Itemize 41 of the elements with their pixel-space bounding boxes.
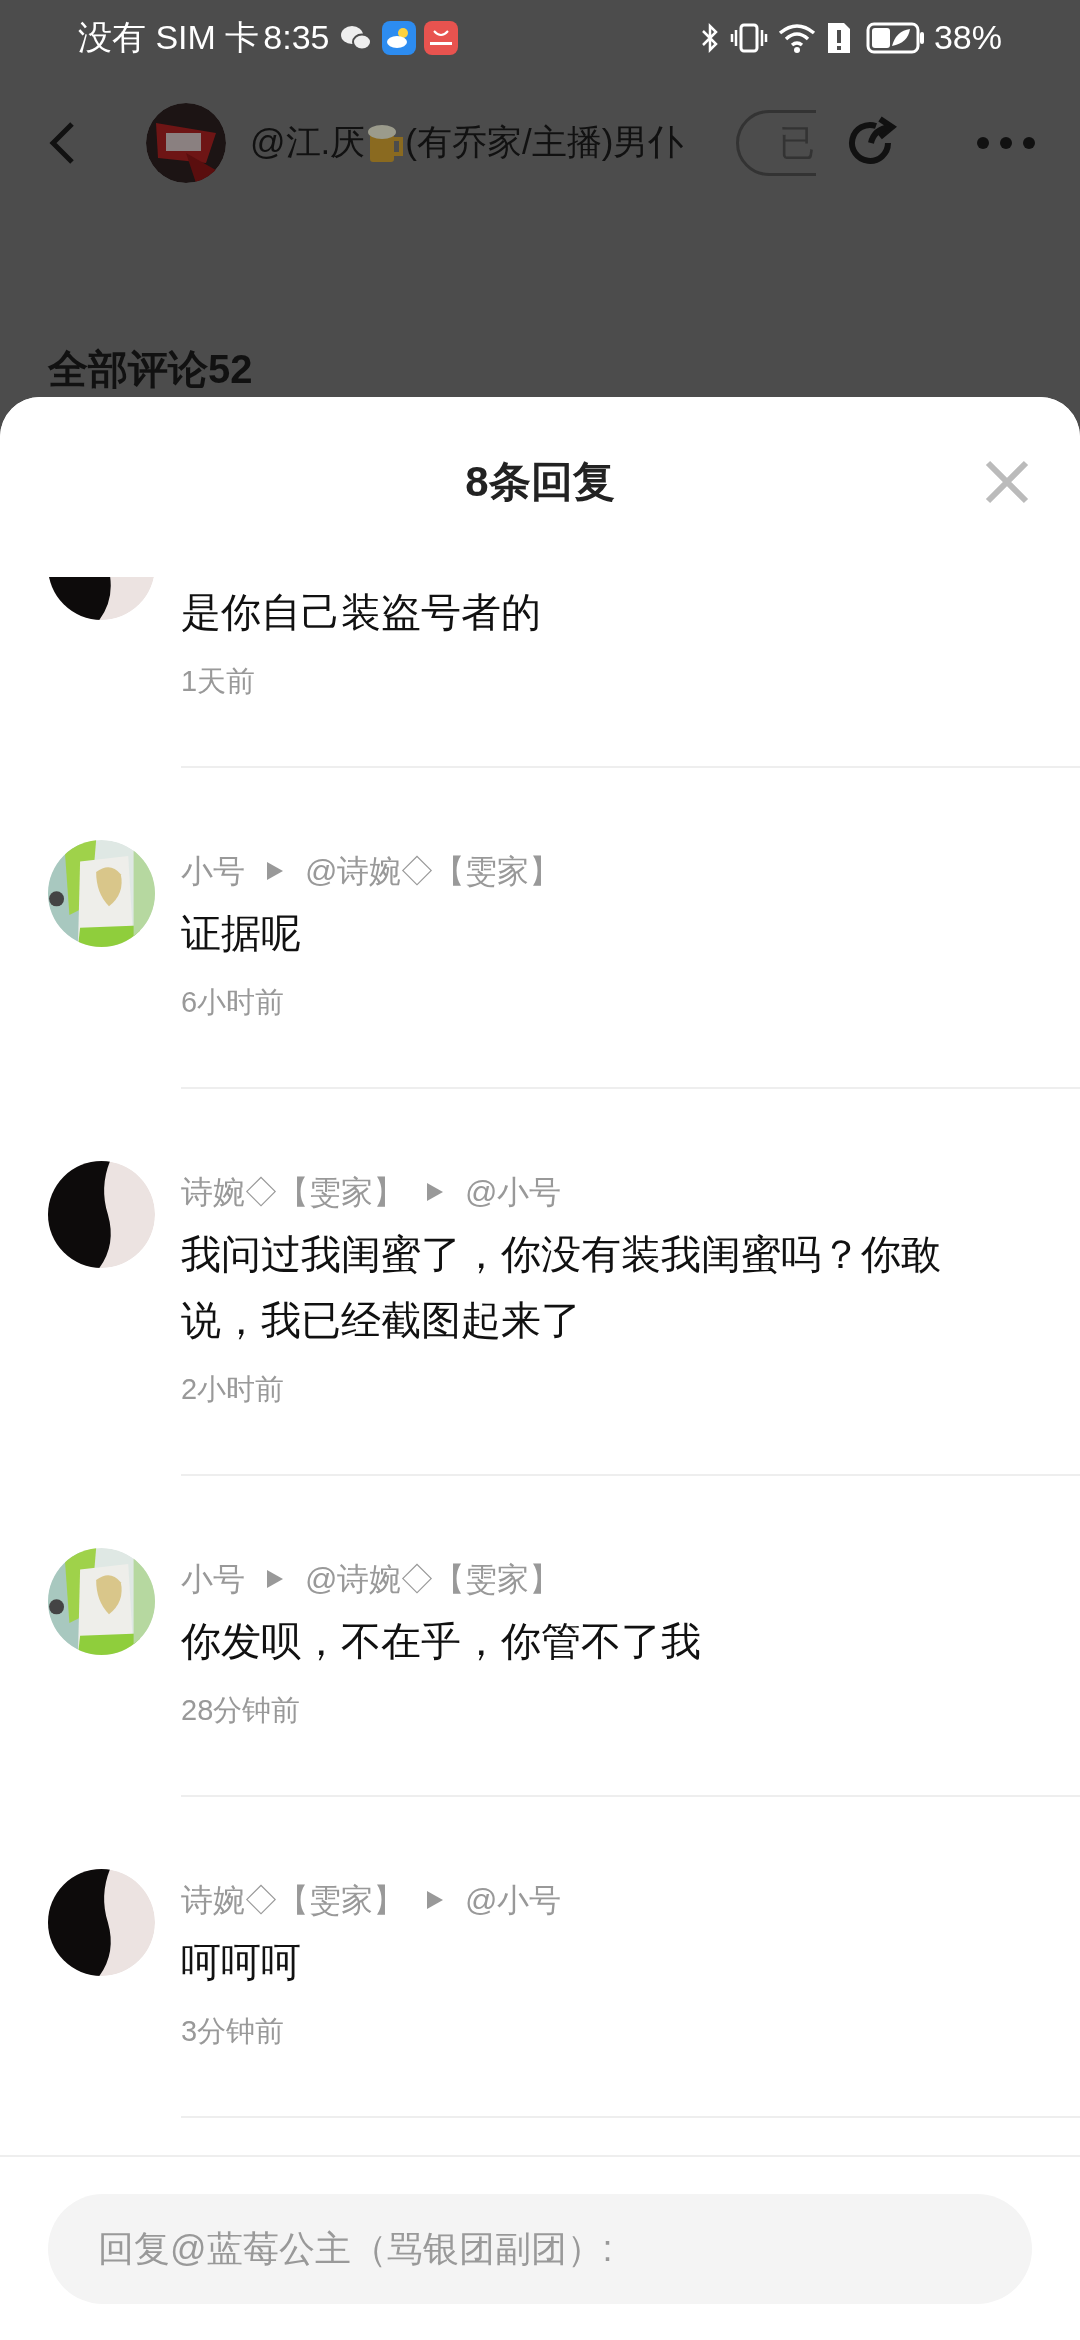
reply-time: 2小时前 (181, 1375, 286, 1404)
reply-time: 1天前 (181, 667, 257, 696)
reply-target[interactable]: @诗婉◇【雯家】 (305, 847, 562, 895)
sheet-title: 8条回复 (465, 461, 615, 503)
clock-time: 8:35 (263, 17, 330, 58)
author-name[interactable]: 诗婉◇【雯家】 (181, 1876, 405, 1924)
bluetooth-icon (699, 21, 720, 54)
sim-alert-icon (825, 20, 852, 55)
reply-text: 我问过我闺蜜了，你没有装我闺蜜吗？你敢说，我已经截图起来了 (181, 1231, 942, 1344)
more-icon (976, 135, 1036, 150)
section-title: 全部评论52 (48, 347, 253, 391)
wifi-icon (777, 21, 816, 54)
reply-target[interactable]: @小号 (465, 1876, 562, 1924)
author-name[interactable]: 小号 (181, 1555, 245, 1603)
reply-arrow-icon (265, 860, 285, 882)
back-icon (48, 119, 76, 166)
reply-text: 是你自己装盗号者的 (181, 589, 542, 636)
battery-icon (865, 20, 926, 55)
reply-text: 呵呵呵 (181, 1939, 302, 1986)
vibrate-icon (729, 21, 768, 54)
reply-time: 28分钟前 (181, 1696, 302, 1725)
title-text: @江.厌 (250, 121, 366, 164)
carrier-text: 没有 SIM 卡 (78, 17, 260, 58)
close-icon (984, 459, 1030, 505)
weather-app-icon (381, 20, 416, 55)
author-name[interactable]: 诗婉◇【雯家】 (181, 1168, 405, 1216)
reply-arrow-icon (425, 1889, 445, 1911)
reply-target[interactable]: @小号 (465, 1168, 562, 1216)
reply-time: 6小时前 (181, 988, 286, 1017)
reply-arrow-icon (425, 1181, 445, 1203)
reply-input[interactable]: 回复@蓝莓公主（骂银团副团）: (48, 2193, 1032, 2304)
reply-text: 你发呗，不在乎，你管不了我 (181, 1618, 702, 1665)
store-app-icon (423, 20, 458, 55)
reply-arrow-icon (265, 1568, 285, 1590)
reply-time: 3分钟前 (181, 2017, 286, 2046)
title-text: (有乔家/主播)男仆 (405, 121, 684, 164)
author-name[interactable]: 小号 (181, 847, 245, 895)
chat-app-icon (339, 23, 372, 52)
reply-target[interactable]: @诗婉◇【雯家】 (305, 1555, 562, 1603)
reply-text: 证据呢 (181, 910, 302, 957)
battery-percent: 38% (933, 17, 1002, 58)
